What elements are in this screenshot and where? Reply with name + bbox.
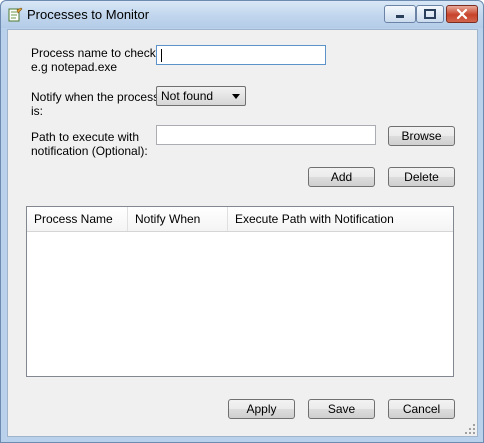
delete-button[interactable]: Delete — [388, 167, 455, 187]
text-caret — [161, 49, 162, 62]
list-body[interactable] — [27, 232, 453, 376]
process-name-label-line2: e.g notepad.exe — [31, 60, 118, 74]
notepad-app-icon — [8, 7, 23, 22]
execute-path-input[interactable] — [156, 125, 376, 145]
column-header-notify-when[interactable]: Notify When — [128, 207, 228, 231]
maximize-button[interactable] — [416, 5, 444, 23]
add-button[interactable]: Add — [308, 167, 375, 187]
save-button[interactable]: Save — [308, 399, 375, 419]
browse-button[interactable]: Browse — [388, 126, 455, 146]
title-bar[interactable]: Processes to Monitor — [1, 1, 483, 28]
process-name-input[interactable] — [156, 45, 326, 65]
process-list-view[interactable]: Process Name Notify When Execute Path wi… — [26, 206, 454, 377]
dropdown-arrow-icon — [232, 94, 240, 99]
execute-path-label-line1: Path to execute with — [31, 130, 140, 144]
resize-grip-icon[interactable] — [464, 423, 476, 435]
execute-path-label: Path to execute with notification (Optio… — [31, 130, 148, 158]
list-header: Process Name Notify When Execute Path wi… — [27, 207, 453, 232]
execute-path-label-line2: notification (Optional): — [31, 144, 148, 158]
notify-when-selected: Not found — [161, 89, 214, 103]
minimize-icon — [396, 15, 404, 18]
window-title: Processes to Monitor — [27, 7, 150, 22]
column-header-process-name[interactable]: Process Name — [27, 207, 128, 231]
maximize-icon — [424, 9, 436, 19]
notify-when-label-line1: Notify when the process — [31, 90, 160, 104]
close-button[interactable] — [446, 5, 478, 23]
notify-when-label-line2: is: — [31, 104, 43, 118]
notify-when-label: Notify when the process is: — [31, 90, 159, 118]
cancel-button[interactable]: Cancel — [388, 399, 455, 419]
process-name-label-line1: Process name to check: — [31, 46, 160, 60]
minimize-button[interactable] — [384, 5, 416, 23]
notify-when-dropdown[interactable]: Not found — [156, 86, 246, 106]
close-icon — [456, 8, 468, 20]
column-header-execute-path[interactable]: Execute Path with Notification — [228, 207, 453, 231]
dialog-window: Processes to Monitor Process name to che… — [0, 0, 484, 443]
apply-button[interactable]: Apply — [228, 399, 295, 419]
dialog-client-area: Process name to check: e.g notepad.exe N… — [7, 29, 478, 437]
process-name-label: Process name to check: e.g notepad.exe — [31, 46, 159, 74]
